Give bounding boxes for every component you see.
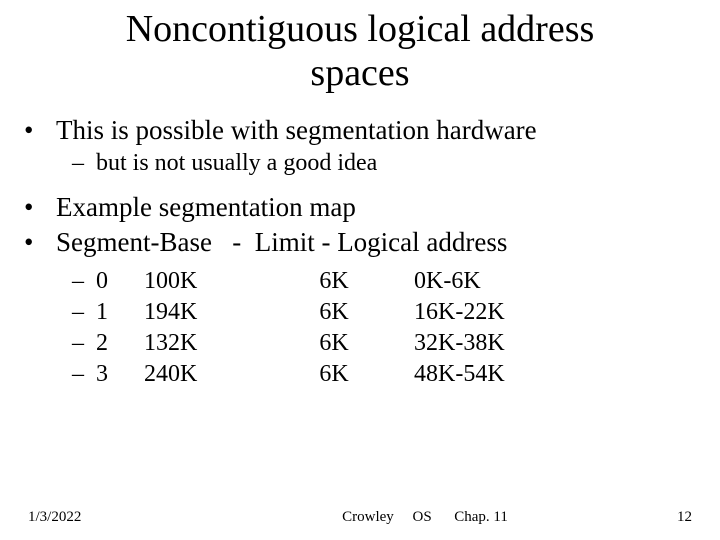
cell-logical: 0K-6K [384, 266, 574, 297]
cell-segment: 2 [96, 328, 144, 359]
bullet-2: • Example segmentation map [24, 190, 696, 225]
slide-body: • This is possible with segmentation har… [0, 95, 720, 390]
bullet-1-sub: – but is not usually a good idea [24, 148, 696, 179]
bullet-1-text: This is possible with segmentation hardw… [56, 113, 537, 148]
dash-icon: – [72, 148, 96, 179]
title-line-1: Noncontiguous logical address [126, 8, 595, 50]
table-row: – 2 132K 6K 32K-38K [24, 328, 696, 359]
dash-icon: – [72, 328, 96, 359]
slide: Noncontiguous logical address spaces • T… [0, 0, 720, 540]
bullet-dot-icon: • [24, 190, 56, 225]
bullet-1-sub-text: but is not usually a good idea [96, 148, 377, 179]
dash-icon: – [72, 297, 96, 328]
bullet-dot-icon: • [24, 113, 56, 148]
table-row: – 3 240K 6K 48K-54K [24, 359, 696, 390]
bullet-1: • This is possible with segmentation har… [24, 113, 696, 148]
dash-icon: – [72, 359, 96, 390]
cell-logical: 48K-54K [384, 359, 574, 390]
cell-limit: 6K [284, 266, 384, 297]
cell-base: 240K [144, 359, 284, 390]
cell-limit: 6K [284, 297, 384, 328]
cell-base: 194K [144, 297, 284, 328]
cell-segment: 0 [96, 266, 144, 297]
cell-segment: 1 [96, 297, 144, 328]
cell-base: 100K [144, 266, 284, 297]
table-row: – 1 194K 6K 16K-22K [24, 297, 696, 328]
title-line-2: spaces [310, 52, 409, 94]
bullet-3-text: Segment-Base - Limit - Logical address [56, 225, 507, 260]
slide-footer: 1/3/2022 Crowley OS Chap. 11 12 [0, 509, 720, 526]
footer-center: Crowley OS Chap. 11 [218, 509, 632, 526]
spacer [24, 180, 696, 190]
bullet-dot-icon: • [24, 225, 56, 260]
footer-page: 12 [632, 509, 692, 526]
cell-limit: 6K [284, 359, 384, 390]
dash-icon: – [72, 266, 96, 297]
bullet-3: • Segment-Base - Limit - Logical address [24, 225, 696, 260]
slide-title: Noncontiguous logical address spaces [0, 0, 720, 95]
bullet-2-text: Example segmentation map [56, 190, 356, 225]
cell-limit: 6K [284, 328, 384, 359]
cell-logical: 32K-38K [384, 328, 574, 359]
cell-base: 132K [144, 328, 284, 359]
footer-date: 1/3/2022 [28, 509, 218, 526]
table-row: – 0 100K 6K 0K-6K [24, 266, 696, 297]
cell-segment: 3 [96, 359, 144, 390]
cell-logical: 16K-22K [384, 297, 574, 328]
